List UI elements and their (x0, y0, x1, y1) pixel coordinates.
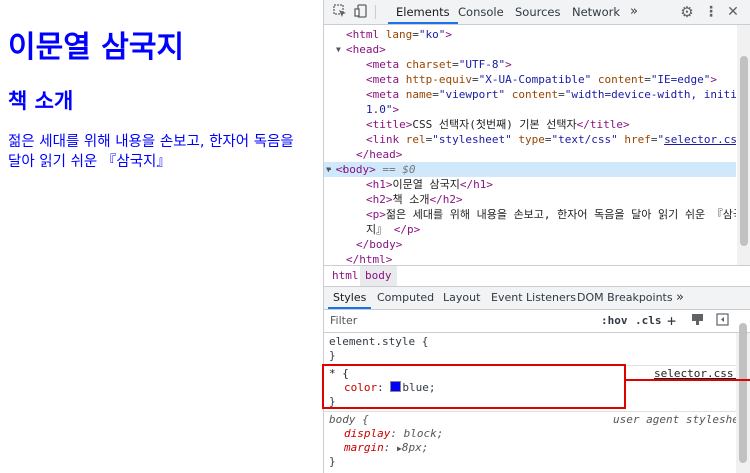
styles-scrollbar-thumb[interactable] (739, 323, 747, 463)
body-rule-close: } (329, 455, 336, 468)
elements-scrollbar-thumb[interactable] (740, 56, 748, 246)
tab-layout[interactable]: Layout (443, 287, 480, 309)
user-agent-stylesheet-label: user agent stylesheet (613, 413, 750, 426)
inspect-element-icon[interactable] (332, 4, 348, 20)
hov-toggle-button[interactable]: :hov (601, 310, 628, 332)
dom-node-line[interactable]: <link rel="stylesheet" type="text/css" h… (324, 132, 736, 147)
close-icon[interactable]: ✕ (725, 4, 741, 20)
dom-node-line[interactable]: <title>CSS 선택자(첫번째) 기본 선택자</title> (324, 117, 736, 132)
tab-console[interactable]: Console (458, 0, 504, 24)
element-state-icon[interactable] (689, 313, 705, 329)
elements-dom-tree[interactable]: <html lang="ko"> ▼ <head> <meta charset="UT… (324, 25, 736, 266)
display-property: display: block; (344, 427, 444, 440)
styles-subtabs: Styles Computed Layout Event Listeners D… (324, 287, 750, 310)
dom-node-line[interactable]: 1.0"> (324, 102, 736, 117)
body-selector: body { (329, 413, 369, 426)
dom-node-line[interactable]: <h1>이문열 삼국지</h1> (324, 177, 736, 192)
margin-property-name: margin (344, 441, 384, 454)
breadcrumb: html body (324, 265, 750, 287)
dom-node-line[interactable]: <p>젊은 세대를 위해 내용을 손보고, 한자어 독음을 달아 읽기 쉬운 『… (324, 207, 736, 222)
more-tabs-button[interactable]: » (630, 0, 638, 24)
tab-elements[interactable]: Elements (388, 0, 458, 24)
element-style-close: } (329, 349, 336, 362)
display-property-name: display (344, 427, 391, 440)
more-subtabs-button[interactable]: » (676, 287, 684, 309)
highlight-box (322, 364, 626, 409)
dom-node-line[interactable]: <h2>책 소개</h2> (324, 192, 736, 207)
margin-property: margin: ▶8px; (344, 441, 429, 454)
cls-toggle-button[interactable]: .cls (635, 310, 662, 332)
breadcrumb-html[interactable]: html (327, 266, 364, 286)
dom-node-line[interactable]: <meta charset="UTF-8"> (324, 57, 736, 72)
dom-node-line[interactable]: </head> (324, 147, 736, 162)
settings-gear-icon[interactable]: ⚙ (679, 4, 695, 20)
dom-node-line[interactable]: 지』 </p> (324, 222, 736, 237)
dom-node-line[interactable]: <html lang="ko"> (324, 27, 736, 42)
display-property-value: block; (403, 427, 444, 440)
tab-sources[interactable]: Sources (515, 0, 561, 24)
dom-node-line[interactable]: </body> (324, 237, 736, 252)
tab-styles[interactable]: Styles (328, 287, 372, 309)
dom-node-line[interactable]: <meta name="viewport" content="width=dev… (324, 87, 736, 102)
expand-arrow-icon[interactable]: ▼ (326, 162, 331, 177)
kebab-menu-icon[interactable]: ⋮ (703, 4, 719, 20)
page-heading-h1: 이문열 삼국지 (8, 30, 185, 65)
tab-computed[interactable]: Computed (377, 287, 434, 309)
tab-dom-breakpoints[interactable]: DOM Breakpoints (577, 287, 673, 309)
rendered-page: 이문열 삼국지 책 소개 젊은 세대를 위해 내용을 손보고, 한자어 독음을 … (0, 0, 322, 473)
new-style-rule-button[interactable]: + (667, 310, 676, 332)
element-style-selector[interactable]: element.style { (329, 335, 428, 349)
tab-event-listeners[interactable]: Event Listeners (491, 287, 576, 309)
devtools-toolbar: Elements Console Sources Network » ⚙ ⋮ ✕ (324, 0, 750, 25)
styles-filter-bar: Filter :hov .cls + (324, 310, 750, 333)
margin-property-value: 8px; (401, 441, 429, 454)
tab-network[interactable]: Network (572, 0, 620, 24)
page-heading-h2: 책 소개 (8, 89, 74, 113)
filter-input[interactable]: Filter (330, 310, 357, 332)
toolbar-divider (375, 5, 376, 19)
highlight-pointer-line (626, 379, 750, 381)
dom-node-line[interactable]: <meta http-equiv="X-UA-Compatible" conte… (324, 72, 736, 87)
rule-divider (324, 411, 736, 412)
page-paragraph: 젊은 세대를 위해 내용을 손보고, 한자어 독음을 달아 읽기 쉬운 『삼국지… (8, 134, 294, 170)
expand-arrow-icon[interactable]: ▼ (336, 42, 341, 57)
breadcrumb-body[interactable]: body (360, 266, 397, 286)
device-toolbar-icon[interactable] (353, 4, 369, 20)
dom-node-line[interactable]: ▼ <head> (324, 42, 736, 57)
toggle-sidebar-icon[interactable] (714, 313, 730, 329)
dom-node-line[interactable]: ··· ▼ <body> == $0 (324, 162, 736, 177)
